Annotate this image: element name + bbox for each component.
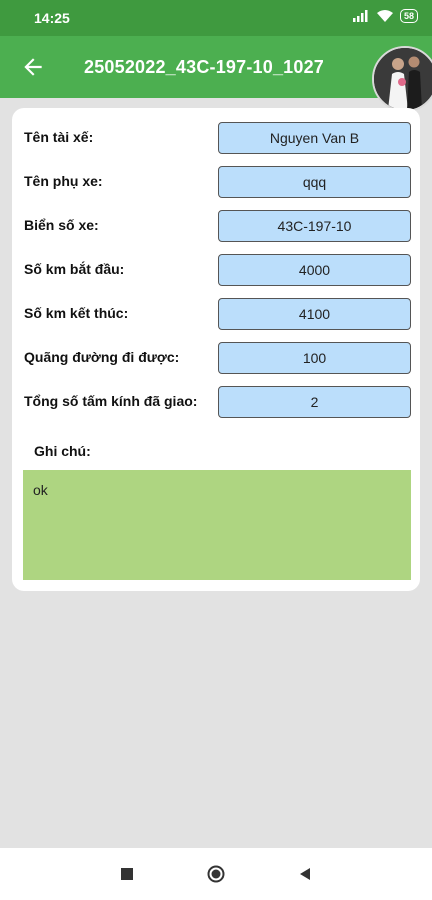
- distance-label: Quãng đường đi được:: [24, 349, 180, 365]
- field-row-plate: Biển số xe: 43C-197-10: [12, 210, 420, 242]
- assistant-value[interactable]: qqq: [218, 166, 411, 198]
- plate-label: Biển số xe:: [24, 217, 99, 233]
- app-bar: 25052022_43C-197-10_1027: [0, 36, 432, 98]
- assistant-label: Tên phụ xe:: [24, 173, 103, 189]
- glass-count-value[interactable]: 2: [218, 386, 411, 418]
- field-row-assistant: Tên phụ xe: qqq: [12, 166, 420, 198]
- note-field[interactable]: ok: [23, 470, 411, 580]
- driver-label: Tên tài xế:: [24, 129, 94, 145]
- end-km-label: Số km kết thúc:: [24, 305, 129, 321]
- start-km-label: Số km bắt đầu:: [24, 261, 125, 277]
- status-bar: 14:25 58: [0, 0, 432, 36]
- system-nav-bar: [0, 848, 432, 900]
- avatar[interactable]: [372, 46, 432, 112]
- recent-apps-icon[interactable]: [121, 868, 133, 880]
- field-row-driver: Tên tài xế: Nguyen Van B: [12, 122, 420, 154]
- field-row-start-km: Số km bắt đầu: 4000: [12, 254, 420, 286]
- back-arrow-icon[interactable]: [20, 54, 46, 80]
- status-time: 14:25: [34, 10, 70, 26]
- page-title: 25052022_43C-197-10_1027: [84, 57, 325, 77]
- start-km-value[interactable]: 4000: [218, 254, 411, 286]
- status-icons: 58: [352, 9, 418, 23]
- field-row-glass-count: Tổng số tấm kính đã giao: 2: [12, 386, 420, 418]
- driver-value[interactable]: Nguyen Van B: [218, 122, 411, 154]
- home-icon[interactable]: [207, 865, 225, 883]
- avatar-image: [374, 48, 432, 110]
- nav-back-icon[interactable]: [298, 867, 312, 881]
- trip-detail-card: Tên tài xế: Nguyen Van B Tên phụ xe: qqq…: [12, 108, 420, 591]
- note-label: Ghi chú:: [34, 443, 91, 459]
- glass-count-label: Tổng số tấm kính đã giao:: [24, 393, 198, 409]
- plate-value[interactable]: 43C-197-10: [218, 210, 411, 242]
- field-row-end-km: Số km kết thúc: 4100: [12, 298, 420, 330]
- battery-icon: 58: [399, 9, 418, 23]
- wifi-icon: [376, 10, 393, 22]
- field-row-distance: Quãng đường đi được: 100: [12, 342, 420, 374]
- distance-value[interactable]: 100: [218, 342, 411, 374]
- end-km-value[interactable]: 4100: [218, 298, 411, 330]
- signal-icon: [352, 10, 368, 22]
